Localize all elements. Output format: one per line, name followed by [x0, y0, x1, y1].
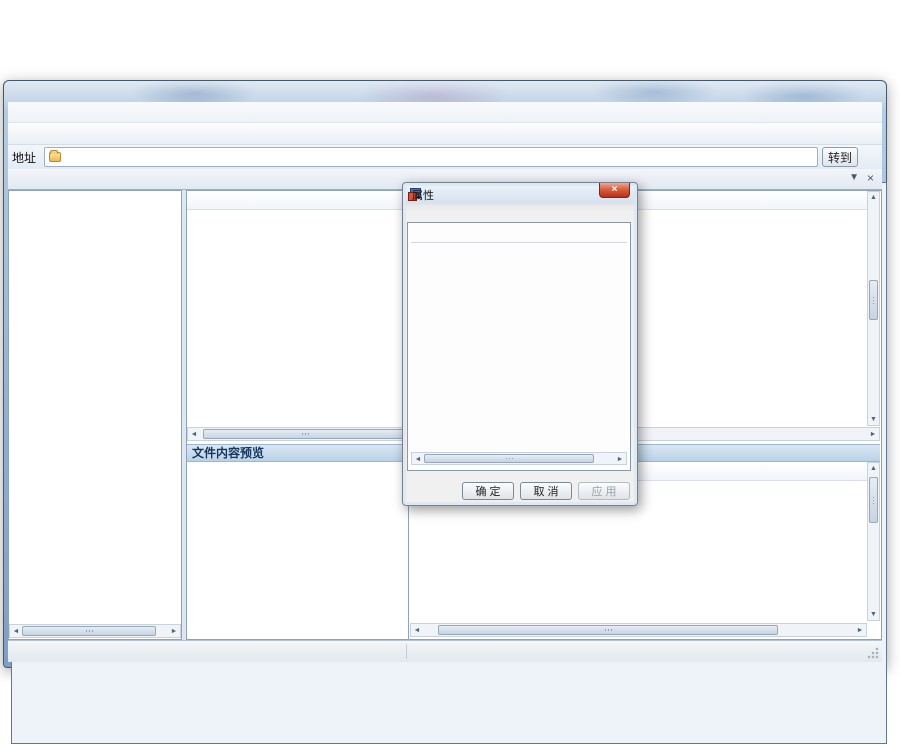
dialog-close-button[interactable]: ×	[599, 183, 630, 198]
address-bar: 地址 转到	[8, 145, 882, 169]
breadcrumb-folder-icon	[49, 152, 61, 162]
toolbar	[8, 123, 882, 145]
scrollbar-thumb[interactable]	[22, 626, 156, 636]
pane-dropdown-icon[interactable]: ▼	[849, 172, 859, 184]
properties-dialog-title: 属性	[412, 187, 434, 203]
ok-button[interactable]: 确 定	[462, 482, 514, 500]
attachments-hscrollbar[interactable]: ◄ ►	[410, 623, 867, 637]
status-separator	[406, 644, 407, 659]
preview-header: 文件内容预览	[187, 444, 408, 462]
scrollbar-thumb[interactable]	[869, 280, 878, 320]
scrollbar-thumb[interactable]	[438, 625, 778, 635]
status-bar	[8, 640, 882, 662]
preview-header-label: 文件内容预览	[187, 445, 408, 461]
pane-controls: ▼ ×	[849, 172, 874, 184]
scrollbar-thumb[interactable]	[869, 477, 878, 523]
file-list-vscrollbar[interactable]: ▲ ▼	[867, 191, 880, 426]
dialog-list-hscrollbar[interactable]: ◄ ►	[411, 452, 627, 465]
menu-bar	[8, 102, 882, 123]
scroll-right-icon[interactable]: ►	[856, 627, 864, 634]
desktop: DNC客户端 × 地址 转到 ▼ × ▲ ▼ ◄ ►	[0, 0, 900, 750]
scroll-down-icon[interactable]: ▼	[868, 611, 879, 618]
go-button[interactable]: 转到	[822, 147, 858, 167]
scroll-left-icon[interactable]: ◄	[414, 456, 422, 463]
scroll-right-icon[interactable]: ►	[170, 628, 178, 635]
server-tree-panel	[8, 190, 182, 640]
attachments-vscrollbar[interactable]: ▲ ▼	[867, 462, 880, 621]
scroll-left-icon[interactable]: ◄	[12, 628, 20, 635]
address-label: 地址	[12, 149, 36, 166]
scrollbar-thumb[interactable]	[203, 429, 407, 439]
tree-hscrollbar[interactable]: ◄ ►	[9, 624, 181, 638]
scroll-left-icon[interactable]: ◄	[413, 627, 421, 634]
scroll-up-icon[interactable]: ▲	[868, 465, 879, 472]
breadcrumb	[44, 147, 818, 167]
scroll-down-icon[interactable]: ▼	[868, 416, 879, 423]
scrollbar-thumb[interactable]	[424, 454, 594, 463]
cancel-button[interactable]: 取 消	[520, 482, 572, 500]
pane-close-icon[interactable]: ×	[867, 172, 874, 184]
file-content-preview	[192, 464, 404, 636]
scroll-up-icon[interactable]: ▲	[868, 194, 879, 201]
dialog-tab-panel	[407, 222, 631, 471]
version-list-header	[411, 227, 627, 243]
scroll-right-icon[interactable]: ►	[869, 431, 877, 438]
scroll-right-icon[interactable]: ►	[616, 456, 624, 463]
resize-grip-icon[interactable]	[867, 647, 879, 659]
scroll-left-icon[interactable]: ◄	[190, 431, 198, 438]
apply-button[interactable]: 应 用	[578, 482, 630, 500]
